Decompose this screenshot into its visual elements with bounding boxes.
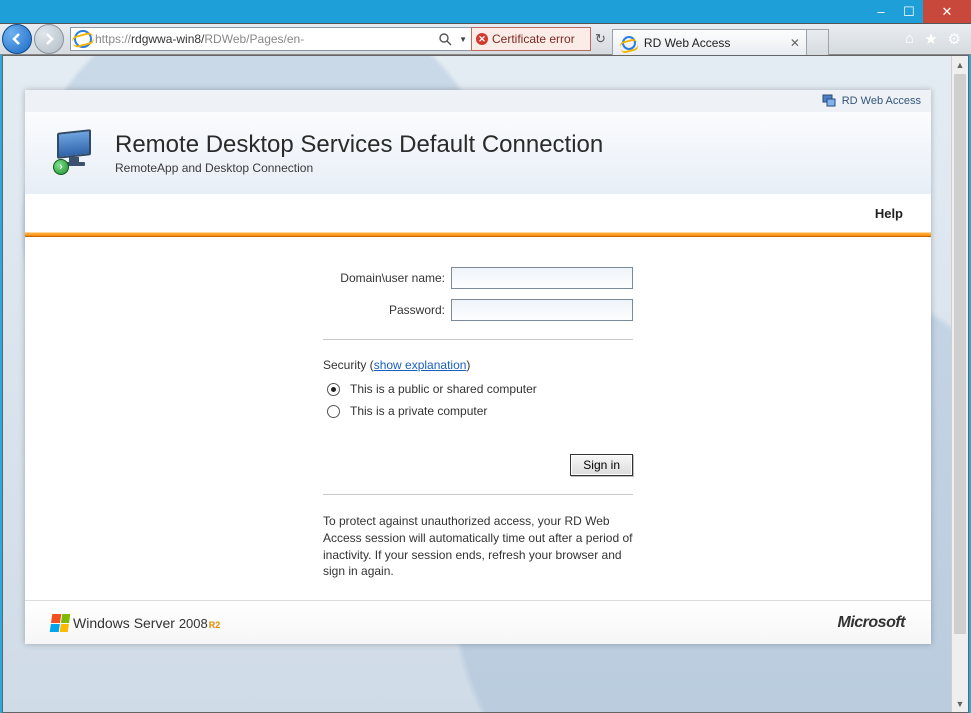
ie-icon xyxy=(74,30,92,48)
vertical-scrollbar[interactable]: ▲ ▼ xyxy=(951,56,968,712)
nav-forward-button[interactable] xyxy=(34,24,64,54)
scroll-up-button[interactable]: ▲ xyxy=(952,56,968,73)
panel-header: › Remote Desktop Services Default Connec… xyxy=(25,112,931,194)
username-input[interactable] xyxy=(451,267,633,289)
password-label: Password: xyxy=(323,303,451,317)
password-input[interactable] xyxy=(451,299,633,321)
public-computer-option[interactable]: This is a public or shared computer xyxy=(323,382,633,396)
private-radio[interactable] xyxy=(327,405,340,418)
panel-footer: Windows Server 2008R2 Microsoft xyxy=(25,600,931,644)
password-row: Password: xyxy=(323,299,633,321)
username-label: Domain\user name: xyxy=(323,271,451,285)
show-explanation-link[interactable]: show explanation xyxy=(374,358,467,372)
cert-error-label: Certificate error xyxy=(492,32,575,46)
help-link[interactable]: Help xyxy=(875,206,903,221)
browser-viewport: RD Web Access › Remote Desktop Services … xyxy=(2,55,969,713)
address-bar[interactable]: https://rdgwwa-win8/RDWeb/Pages/en- ▼ xyxy=(70,27,472,51)
windows-flag-icon xyxy=(50,614,71,632)
username-row: Domain\user name: xyxy=(323,267,633,289)
rd-web-access-label: RD Web Access xyxy=(842,95,921,107)
public-radio[interactable] xyxy=(327,383,340,396)
scroll-thumb[interactable] xyxy=(954,74,966,634)
divider xyxy=(323,494,633,495)
nav-back-button[interactable] xyxy=(2,24,32,54)
tab-active[interactable]: RD Web Access ✕ xyxy=(612,29,807,55)
login-panel: RD Web Access › Remote Desktop Services … xyxy=(25,90,931,644)
divider xyxy=(323,339,633,340)
refresh-button[interactable]: ↻ xyxy=(595,31,606,47)
new-tab-button[interactable] xyxy=(807,29,829,55)
rd-web-access-icon xyxy=(822,94,836,108)
maximize-button[interactable]: ☐ xyxy=(895,0,923,23)
address-text: https://rdgwwa-win8/RDWeb/Pages/en- xyxy=(95,32,435,46)
security-line: Security (show explanation) xyxy=(323,358,633,372)
private-radio-label: This is a private computer xyxy=(350,404,487,418)
address-dropdown[interactable]: ▼ xyxy=(455,35,471,44)
private-computer-option[interactable]: This is a private computer xyxy=(323,404,633,418)
login-form: Domain\user name: Password: Security (sh… xyxy=(25,237,931,600)
minimize-button[interactable]: – xyxy=(867,0,895,23)
close-button[interactable]: ✕ xyxy=(923,0,971,23)
public-radio-label: This is a public or shared computer xyxy=(350,382,537,396)
timeout-notice: To protect against unauthorized access, … xyxy=(323,513,633,580)
windows-server-logo: Windows Server 2008R2 xyxy=(51,614,220,632)
tab-favicon-icon xyxy=(622,36,636,50)
scroll-down-button[interactable]: ▼ xyxy=(952,695,968,712)
page-subtitle: RemoteApp and Desktop Connection xyxy=(115,161,603,175)
tab-strip: RD Web Access ✕ xyxy=(612,23,829,55)
cert-error-icon: ✕ xyxy=(476,33,488,45)
page-title: Remote Desktop Services Default Connecti… xyxy=(115,131,603,159)
sign-in-button[interactable]: Sign in xyxy=(570,454,633,476)
microsoft-logo: Microsoft xyxy=(838,614,906,632)
favorites-icon[interactable]: ★ xyxy=(924,30,937,48)
remote-desktop-icon: › xyxy=(53,131,97,175)
search-icon[interactable] xyxy=(438,32,452,46)
certificate-error[interactable]: ✕ Certificate error xyxy=(471,27,591,51)
window-controls: – ☐ ✕ xyxy=(867,0,971,23)
home-icon[interactable]: ⌂ xyxy=(905,30,914,48)
window-titlebar: – ☐ ✕ xyxy=(0,0,971,23)
page-background: RD Web Access › Remote Desktop Services … xyxy=(3,56,968,712)
panel-toolbar: Help xyxy=(25,194,931,232)
panel-top-ribbon: RD Web Access xyxy=(25,90,931,112)
tab-title: RD Web Access xyxy=(644,36,730,50)
browser-tools: ⌂ ★ ⚙ xyxy=(905,30,969,48)
tab-close-button[interactable]: ✕ xyxy=(790,36,800,50)
settings-gear-icon[interactable]: ⚙ xyxy=(948,30,961,48)
browser-toolbar: https://rdgwwa-win8/RDWeb/Pages/en- ▼ ✕ … xyxy=(0,23,971,55)
